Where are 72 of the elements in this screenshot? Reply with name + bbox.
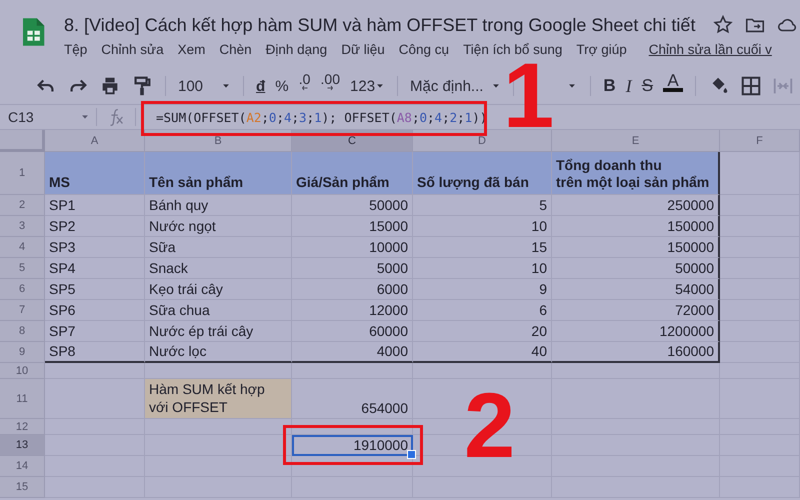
table-cell: 150000	[552, 216, 720, 237]
menu-item[interactable]: Xem	[178, 42, 206, 57]
menu-item[interactable]: Tệp	[64, 42, 88, 57]
table-cell: 50000	[552, 258, 720, 279]
table-cell: 5	[413, 195, 552, 216]
column-title: Số lượng đã bán	[413, 152, 552, 195]
menu-item[interactable]: Dữ liệu	[341, 42, 385, 57]
table-cell: 12000	[292, 300, 413, 321]
decrease-decimal-button[interactable]: .0	[294, 73, 316, 99]
currency-format-button[interactable]: đ	[251, 73, 270, 99]
bold-button[interactable]: B	[598, 73, 621, 99]
table-cell: Bánh quy	[145, 195, 292, 216]
cell-reference-box[interactable]: C13	[0, 109, 80, 125]
table-cell: 5000	[292, 258, 413, 279]
menu-item[interactable]: Chèn	[219, 42, 252, 57]
table-cell: 40	[413, 342, 552, 363]
document-title: 8. [Video] Cách kết hợp hàm SUM và hàm OFFSET trong Google Sheet chi tiết	[64, 14, 696, 36]
column-title: Tên sản phẩm	[145, 152, 292, 195]
menu-item[interactable]: Tiện ích bổ sung	[463, 42, 562, 57]
table-cell: 250000	[552, 195, 720, 216]
row-header[interactable]: 13	[0, 435, 45, 456]
table-cell: Nước lọc	[145, 342, 292, 363]
strikethrough-button[interactable]: S	[636, 73, 658, 99]
table-cell: Sữa	[145, 237, 292, 258]
table-cell: SP8	[45, 342, 145, 363]
menu-item[interactable]: Công cụ	[398, 42, 450, 57]
zoom-dropdown[interactable]: 100	[173, 73, 236, 99]
table-cell: 10	[413, 216, 552, 237]
column-title: Giá/Sản phẩm	[292, 152, 413, 195]
table-cell: SP7	[45, 321, 145, 342]
table-cell: 15	[413, 237, 552, 258]
table-cell: SP6	[45, 300, 145, 321]
increase-decimal-button[interactable]: .00	[316, 73, 346, 99]
selected-cell[interactable]: 1910000	[292, 435, 413, 456]
table-cell: Nước ép trái cây	[145, 321, 292, 342]
table-cell: 20	[413, 321, 552, 342]
table-cell: 6000	[292, 279, 413, 300]
table-cell: 160000	[552, 342, 720, 363]
column-title: MS	[45, 152, 145, 195]
table-cell: Nước ngọt	[145, 216, 292, 237]
table-cell: 50000	[292, 195, 413, 216]
table-cell: SP5	[45, 279, 145, 300]
table-cell: SP3	[45, 237, 145, 258]
text-color-button[interactable]: A	[658, 73, 688, 99]
table-cell: 6	[413, 300, 552, 321]
table-cell: 72000	[552, 300, 720, 321]
number-format-dropdown[interactable]: 123	[345, 73, 390, 99]
last-edit-link[interactable]: Chỉnh sửa lần cuối v	[648, 42, 772, 57]
table-cell: 4000	[292, 342, 413, 363]
table-cell: 15000	[292, 216, 413, 237]
menu-item[interactable]: Chỉnh sửa	[101, 42, 164, 57]
table-cell: 60000	[292, 321, 413, 342]
table-cell: SP2	[45, 216, 145, 237]
table-cell: 150000	[552, 237, 720, 258]
table-cell: 9	[413, 279, 552, 300]
label-cell: Hàm SUM kết hợp với OFFSET	[145, 379, 292, 419]
table-cell: 1200000	[552, 321, 720, 342]
table-cell: Kẹo trái cây	[145, 279, 292, 300]
percent-format-button[interactable]: %	[270, 73, 294, 99]
table-cell: SP1	[45, 195, 145, 216]
italic-button[interactable]: I	[620, 73, 637, 99]
table-cell: Snack	[145, 258, 292, 279]
table-cell: 10	[413, 258, 552, 279]
step-number: 2	[464, 392, 516, 460]
table-cell: SP4	[45, 258, 145, 279]
table-cell: 10000	[292, 237, 413, 258]
column-title: Tổng doanh thu trên một loại sản phẩm	[552, 152, 720, 195]
table-cell: 654000	[292, 379, 413, 419]
menu-item[interactable]: Định dạng	[266, 42, 328, 57]
menu-item[interactable]: Trợ giúp	[576, 42, 627, 57]
table-cell: 54000	[552, 279, 720, 300]
table-cell: Sữa chua	[145, 300, 292, 321]
